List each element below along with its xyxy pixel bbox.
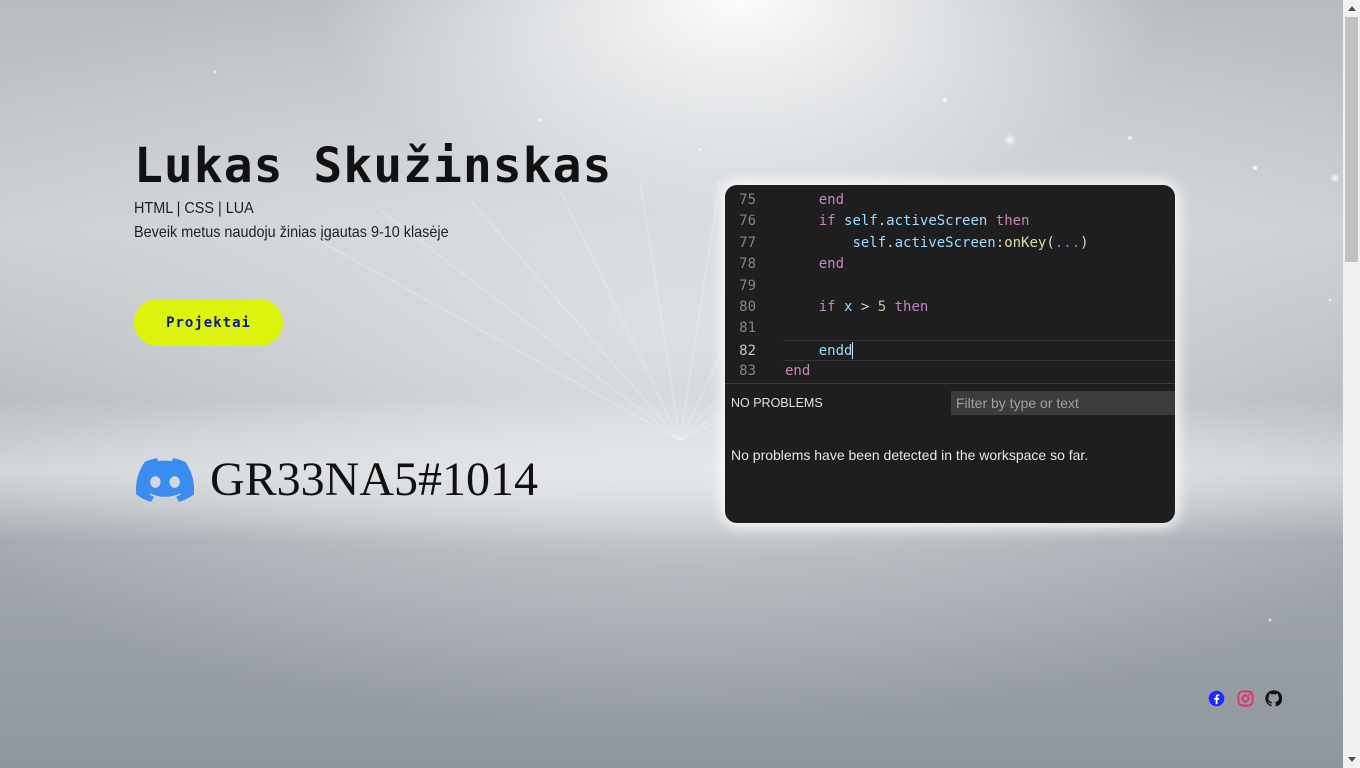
code-token: ( (1046, 234, 1055, 251)
code-line: 80 if x > 5 then (725, 297, 1175, 318)
code-line: 77 self.activeScreen:onKey(...) (725, 233, 1175, 254)
code-token: . (877, 213, 887, 230)
code-token: end (818, 256, 845, 273)
skills-text: HTML | CSS | LUA (134, 200, 254, 217)
scroll-up-arrow-icon[interactable] (1343, 0, 1360, 17)
text-cursor (852, 342, 854, 360)
code-line: 81 (725, 318, 1175, 339)
code-token: then (894, 298, 929, 315)
instagram-link[interactable] (1237, 690, 1254, 707)
problems-message: No problems have been detected in the wo… (731, 447, 1089, 463)
code-token: ... (1054, 234, 1081, 251)
line-number: 76 (739, 213, 756, 230)
code-text: end (785, 361, 810, 382)
scroll-down-arrow-icon[interactable] (1343, 751, 1360, 768)
code-text: if x > 5 then (785, 297, 929, 318)
code-line: 76 if self.activeScreen then (725, 211, 1175, 232)
code-token: then (995, 213, 1030, 230)
code-line: 78 end (725, 254, 1175, 275)
problems-header: NO PROBLEMS (731, 396, 823, 410)
tagline-text: Beveik metus naudoju žinias įgautas 9-10… (134, 224, 449, 241)
code-token: onKey (1004, 234, 1047, 251)
code-line: 75 end (725, 190, 1175, 211)
facebook-icon (1208, 690, 1225, 707)
code-line: 82 endd (739, 339, 1175, 362)
code-text: end (785, 254, 844, 275)
code-text: endd (785, 341, 854, 362)
code-line: 79 (725, 276, 1175, 297)
line-number: 82 (739, 342, 756, 359)
line-number: 80 (739, 298, 756, 315)
panel-divider (725, 383, 1175, 384)
code-token: activeScreen (894, 234, 996, 251)
discord-icon (136, 457, 194, 502)
page-scrollbar[interactable] (1343, 0, 1360, 768)
code-token: activeScreen (886, 213, 988, 230)
line-number: 79 (739, 277, 756, 294)
code-text: end (785, 190, 844, 211)
line-number: 83 (739, 363, 756, 380)
line-number: 77 (739, 234, 756, 251)
code-token: self (852, 234, 887, 251)
code-token: if (818, 298, 836, 315)
code-text: if self.activeScreen then (785, 211, 1030, 232)
code-token: 5 (877, 298, 887, 315)
code-line: 83 end (725, 361, 1175, 382)
filter-input[interactable] (951, 391, 1175, 415)
code-token: > (852, 298, 878, 315)
projects-button[interactable]: Projektai (134, 299, 283, 346)
code-token: self (844, 213, 878, 230)
line-number: 75 (739, 192, 756, 208)
facebook-link[interactable] (1208, 690, 1225, 707)
code-token: ) (1080, 234, 1089, 251)
code-token: endd (818, 342, 853, 359)
line-number: 81 (739, 320, 756, 337)
discord-contact[interactable]: GR33NA5#1014 (136, 452, 538, 507)
line-number: 78 (739, 256, 756, 273)
code-token: if (818, 213, 836, 230)
github-link[interactable] (1265, 690, 1282, 707)
code-token: end (785, 363, 811, 380)
code-token: . (886, 234, 895, 251)
discord-tag: GR33NA5#1014 (210, 453, 539, 506)
scroll-thumb[interactable] (1345, 17, 1358, 262)
code-editor-preview: 75 end 76 if self.activeScreen then 77 sel… (725, 185, 1175, 523)
code-lines: 75 end 76 if self.activeScreen then 77 sel… (725, 190, 1175, 383)
code-token: end (818, 192, 845, 208)
code-token: : (995, 234, 1005, 251)
page-title: Lukas Skužinskas (134, 138, 613, 194)
instagram-icon (1237, 690, 1254, 707)
code-text: self.activeScreen:onKey(...) (785, 233, 1089, 254)
github-icon (1265, 690, 1282, 707)
